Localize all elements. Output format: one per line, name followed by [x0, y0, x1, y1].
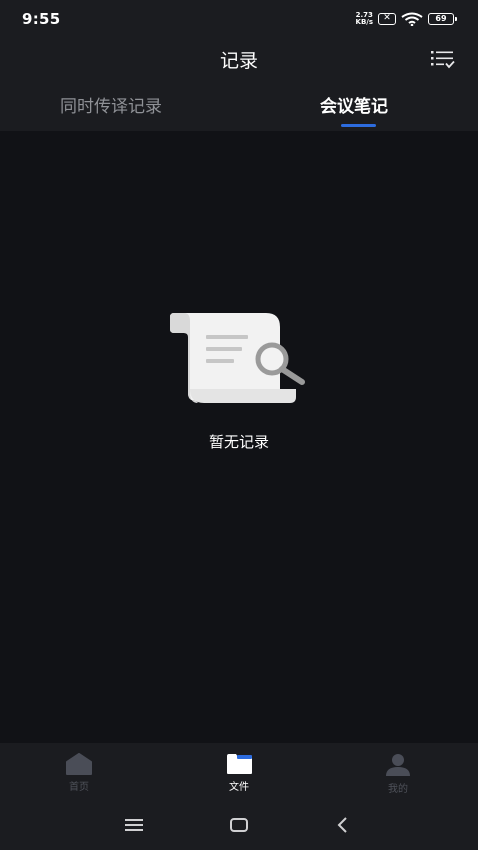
- tab-meeting-notes[interactable]: 会议笔记: [320, 92, 388, 117]
- recent-apps-icon[interactable]: [124, 817, 144, 837]
- system-nav-bar: [0, 803, 478, 850]
- tab-realtime-interpretation[interactable]: 同时传译记录: [60, 92, 162, 117]
- tab-bar: 同时传译记录 会议笔记: [0, 82, 478, 131]
- sim-card-icon: ✕: [378, 13, 396, 25]
- active-tab-indicator: [341, 124, 376, 127]
- nav-item-files[interactable]: 文件: [199, 753, 279, 793]
- nav-label-home: 首页: [69, 782, 89, 793]
- nav-item-mine[interactable]: 我的: [358, 753, 438, 795]
- person-icon: [358, 753, 438, 777]
- back-icon[interactable]: [335, 817, 351, 837]
- status-bar: 9:55 2.73 KB/s ✕ 69: [0, 0, 478, 38]
- empty-state-text: 暂无记录: [208, 433, 269, 451]
- status-icons: 2.73 KB/s ✕ 69: [356, 10, 457, 28]
- page-title: 记录: [219, 50, 258, 72]
- app-header: 记录: [0, 38, 478, 82]
- home-button-icon[interactable]: [229, 817, 249, 837]
- wifi-icon: [401, 12, 423, 26]
- document-search-icon: [168, 309, 310, 405]
- network-speed-unit: KB/s: [355, 18, 373, 26]
- nav-label-mine: 我的: [388, 784, 408, 795]
- nav-item-home[interactable]: 首页: [39, 753, 119, 793]
- status-time: 9:55: [22, 10, 61, 28]
- home-icon: [39, 753, 119, 775]
- bottom-nav: 首页 文件 我的: [0, 743, 478, 803]
- network-speed: 2.73 KB/s: [356, 12, 373, 26]
- folder-icon: [199, 753, 279, 775]
- filter-list-icon[interactable]: [430, 47, 456, 71]
- battery-icon: 69: [428, 13, 457, 25]
- nav-label-files: 文件: [229, 782, 249, 793]
